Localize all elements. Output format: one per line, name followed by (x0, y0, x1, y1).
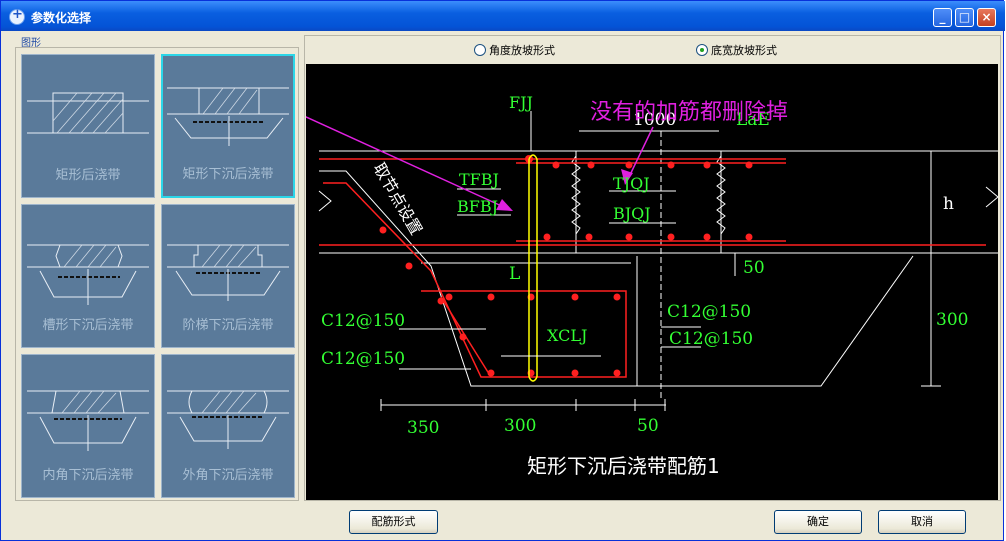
ok-button[interactable]: 确定 (774, 510, 862, 534)
label-bfbj: BFBJ (457, 197, 498, 216)
thumbnail-rect-pour-strip[interactable]: 矩形后浇带 (21, 54, 155, 198)
rebar-drawing: FJJ 1000 LaE TFBJ BFBJ TJQJ BJQJ h L 50 … (270, 93, 999, 478)
thumbnail-label: 矩形后浇带 (55, 168, 121, 183)
thumbnail-trough-sunken-pour-strip[interactable]: 槽形下沉后浇带 (21, 204, 155, 348)
annotation-text: 没有的加筋都删除掉 (590, 100, 788, 125)
close-icon[interactable]: × (977, 8, 996, 27)
label-dim-300-bottom: 300 (504, 416, 536, 436)
thumbnail-label: 阶梯下沉后浇带 (182, 318, 274, 333)
label-tjqj: TJQJ (613, 174, 650, 193)
thumbnail-step-sunken-pour-strip[interactable]: 阶梯下沉后浇带 (161, 204, 295, 348)
minimize-icon[interactable]: _ (933, 8, 952, 27)
label-dim-350: 350 (407, 418, 439, 438)
dialog-window: 参数化选择 _ □ × 图形 矩形后浇带 (0, 0, 1005, 541)
label-dim-300-right: 300 (936, 310, 968, 330)
shape-gallery: 矩形后浇带 矩形下沉后浇带 槽形下沉后浇带 阶梯下沉后浇带 内角下沉后浇带 外角… (15, 47, 299, 501)
thumbnail-outer-corner-sunken-pour-strip[interactable]: 外角下沉后浇带 (161, 354, 295, 498)
label-c12-150-left-bottom: C12@150 (321, 349, 405, 369)
thumbnail-rect-sunken-pour-strip[interactable]: 矩形下沉后浇带 (161, 54, 295, 198)
label-bjqj: BJQJ (613, 204, 651, 223)
label-c12-150-right-top: C12@150 (667, 302, 751, 322)
label-tfbj: TFBJ (459, 170, 499, 189)
maximize-icon[interactable]: □ (955, 8, 974, 27)
label-dim-50-bottom: 50 (637, 416, 659, 436)
thumbnail-label: 内角下沉后浇带 (42, 468, 134, 483)
window-title: 参数化选择 (31, 11, 92, 25)
app-icon (9, 7, 25, 25)
label-h: h (943, 194, 954, 214)
radio-label: 角度放坡形式 (489, 44, 555, 57)
drawing-caption: 矩形下沉后浇带配筋1 (527, 454, 720, 478)
label-dim-50-top: 50 (743, 258, 765, 278)
radio-width-slope[interactable]: 底宽放坡形式 (696, 42, 777, 58)
thumbnail-label: 矩形下沉后浇带 (182, 167, 274, 182)
label-c12-150-left-top: C12@150 (321, 311, 405, 331)
rotated-node-label: 取节点设置 (370, 160, 426, 239)
drawing-canvas: FJJ 1000 LaE TFBJ BFBJ TJQJ BJQJ h L 50 … (270, 64, 999, 500)
thumbnail-inner-corner-sunken-pour-strip[interactable]: 内角下沉后浇带 (21, 354, 155, 498)
label-xclj: XCLJ (547, 326, 587, 345)
radio-indicator (696, 44, 708, 56)
title-bar[interactable]: 参数化选择 _ □ × (1, 1, 1005, 31)
radio-label: 底宽放坡形式 (711, 44, 777, 57)
label-fjj: FJJ (509, 93, 533, 112)
rebar-form-button[interactable]: 配筋形式 (349, 510, 438, 534)
radio-indicator (474, 44, 486, 56)
thumbnail-label: 槽形下沉后浇带 (42, 318, 134, 333)
thumbnail-label: 外角下沉后浇带 (182, 468, 274, 483)
cancel-button[interactable]: 取消 (878, 510, 966, 534)
label-c12-150-right-bottom: C12@150 (669, 329, 753, 349)
radio-angle-slope[interactable]: 角度放坡形式 (474, 42, 555, 58)
label-l: L (509, 264, 520, 284)
